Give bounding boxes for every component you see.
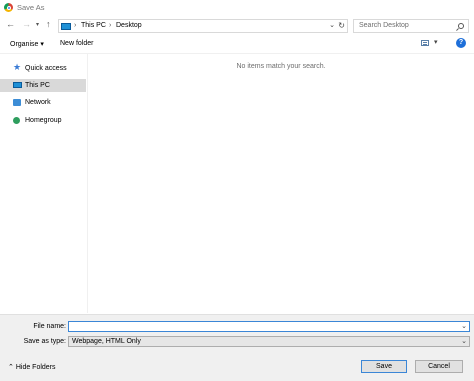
hide-folders-label: Hide Folders <box>15 364 56 371</box>
organise-button[interactable]: Organise ▾ <box>10 40 44 48</box>
address-dropdown-icon[interactable]: ⌄ <box>329 21 335 29</box>
computer-icon <box>61 23 71 30</box>
breadcrumb-separator-icon[interactable]: › <box>74 22 76 29</box>
search-placeholder: Search Desktop <box>359 22 409 29</box>
sidebar-item-label: Quick access <box>25 65 67 72</box>
file-name-label: File name: <box>33 323 66 330</box>
save-type-value: Webpage, HTML Only <box>72 338 141 345</box>
view-options-icon[interactable] <box>421 40 429 46</box>
sidebar-item-label: This PC <box>25 82 50 89</box>
network-icon <box>13 99 21 106</box>
homegroup-icon <box>13 117 20 124</box>
title-bar: Save As <box>0 0 474 15</box>
file-name-field[interactable]: ⌄ <box>68 321 470 332</box>
new-folder-button[interactable]: New folder <box>60 40 93 47</box>
file-list-area[interactable]: No items match your search. <box>88 54 474 313</box>
back-arrow-icon[interactable]: ← <box>6 19 15 30</box>
address-input[interactable]: › This PC › Desktop ⌄ ↻ <box>58 19 348 33</box>
chrome-icon <box>4 3 13 12</box>
forward-arrow-icon[interactable]: → <box>22 19 31 30</box>
breadcrumb-separator-icon[interactable]: › <box>109 22 111 29</box>
sidebar-item-quick-access[interactable]: ★ Quick access <box>0 62 86 75</box>
computer-icon <box>13 82 22 88</box>
breadcrumb-this-pc[interactable]: This PC <box>81 22 106 29</box>
refresh-icon[interactable]: ↻ <box>338 21 345 30</box>
up-arrow-icon[interactable]: ↑ <box>46 19 51 30</box>
sidebar-item-this-pc[interactable]: This PC <box>0 79 86 92</box>
chevron-down-icon[interactable]: ⌄ <box>461 322 467 330</box>
search-icon[interactable] <box>458 23 464 29</box>
recent-locations-chevron-icon[interactable]: ▾ <box>36 20 39 31</box>
save-type-label: Save as type: <box>23 338 66 345</box>
sidebar-item-homegroup[interactable]: Homegroup <box>0 114 86 127</box>
chevron-down-icon[interactable]: ⌄ <box>461 337 467 345</box>
save-type-select[interactable]: Webpage, HTML Only ⌄ <box>68 336 470 347</box>
hide-folders-toggle[interactable]: ⌃ Hide Folders <box>8 363 56 371</box>
cancel-button[interactable]: Cancel <box>415 360 463 373</box>
star-icon: ★ <box>13 62 22 72</box>
view-options-chevron-icon[interactable]: ▾ <box>434 38 438 46</box>
help-icon[interactable]: ? <box>456 38 466 48</box>
search-input[interactable]: Search Desktop <box>353 19 469 33</box>
sidebar-item-network[interactable]: Network <box>0 96 86 109</box>
save-options-panel: File name: ⌄ Save as type: Webpage, HTML… <box>0 314 474 381</box>
address-bar-row: ← → ▾ ↑ › This PC › Desktop ⌄ ↻ Search D… <box>0 15 474 35</box>
save-button[interactable]: Save <box>361 360 407 373</box>
window-title: Save As <box>17 3 45 12</box>
navigation-pane: ★ Quick access This PC Network Homegroup <box>0 54 88 313</box>
command-bar: Organise ▾ New folder ▾ ? <box>0 35 474 54</box>
empty-message: No items match your search. <box>236 63 326 70</box>
chevron-up-icon: ⌃ <box>8 364 14 371</box>
breadcrumb-desktop[interactable]: Desktop <box>116 22 142 29</box>
sidebar-item-label: Network <box>25 99 51 106</box>
sidebar-item-label: Homegroup <box>25 117 62 124</box>
